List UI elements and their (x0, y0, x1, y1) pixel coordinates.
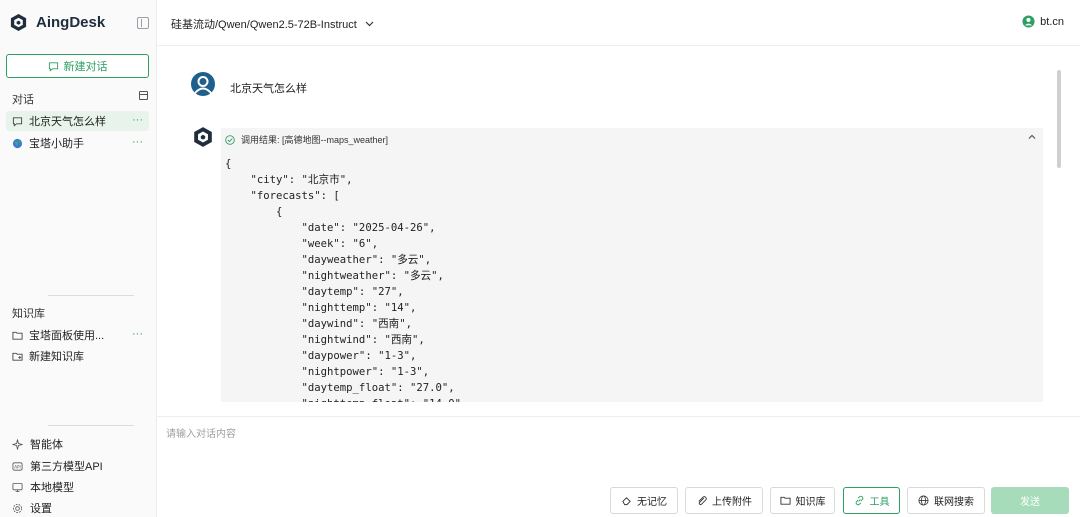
assistant-avatar (192, 126, 214, 148)
tool-result-header[interactable]: 调用结果: [高德地图--maps_weather] (225, 133, 388, 146)
knowledge-label: 知识库 (12, 308, 45, 320)
folder-icon (12, 331, 23, 340)
aingdesk-logo-icon (194, 127, 212, 147)
user-avatar-icon (1022, 15, 1035, 28)
chat-scrollbar[interactable] (1057, 70, 1061, 168)
conversation-item[interactable]: 宝塔小助手 ··· (6, 133, 149, 153)
gear-icon (12, 503, 23, 513)
api-icon: API (12, 461, 23, 471)
divider (48, 425, 134, 426)
tools-button[interactable]: 工具 (843, 487, 900, 514)
knowledge-base-button[interactable]: 知识库 (770, 487, 835, 514)
chevron-down-icon (365, 21, 374, 27)
settings-item[interactable]: 设置 (12, 500, 52, 516)
folder-icon (779, 496, 791, 505)
upload-attachment-button[interactable]: 上传附件 (685, 487, 763, 514)
collapse-chevron-icon[interactable] (1027, 132, 1037, 142)
new-chat-button[interactable]: 新建对话 (6, 54, 149, 78)
user-account[interactable]: bt.cn (1022, 15, 1064, 28)
sidebar: AingDesk 新建对话 对话 北京天气怎么样 ··· 宝塔小助手 ··· 知… (0, 0, 157, 517)
knowledge-item-label: 新建知识库 (29, 351, 84, 363)
upload-label: 上传附件 (712, 497, 752, 508)
new-knowledge-base-item[interactable]: 新建知识库 (6, 346, 149, 366)
user-icon (194, 76, 212, 94)
no-memory-button[interactable]: 无记忆 (610, 487, 678, 514)
more-options-icon[interactable]: ··· (132, 328, 143, 340)
knowledge-item[interactable]: 宝塔面板使用... ··· (6, 325, 149, 345)
user-name: bt.cn (1040, 15, 1064, 28)
no-memory-label: 无记忆 (637, 497, 667, 508)
check-circle-icon (225, 134, 235, 145)
aingdesk-logo-icon (10, 13, 27, 32)
divider (48, 295, 134, 296)
local-model-item[interactable]: 本地模型 (12, 479, 74, 495)
message-input[interactable]: 请输入对话内容 (166, 425, 236, 440)
chat-icon (12, 116, 23, 127)
input-area: 请输入对话内容 无记忆 上传附件 知识库 工具 联网搜索 发送 (157, 416, 1080, 517)
sparkle-icon (12, 438, 23, 450)
link-icon (855, 495, 863, 506)
settings-label: 设置 (30, 503, 52, 515)
knowledge-item-label: 宝塔面板使用... (29, 330, 105, 342)
agents-item[interactable]: 智能体 (12, 436, 63, 452)
conversation-item[interactable]: 北京天气怎么样 ··· (6, 111, 149, 131)
tool-result-content: { "city": "北京市", "forecasts": [ { "date"… (225, 158, 461, 402)
agents-label: 智能体 (30, 439, 63, 451)
add-folder-icon (12, 352, 23, 361)
knowledge-label: 知识库 (795, 497, 826, 508)
conversations-label: 对话 (12, 94, 34, 106)
new-chat-icon (48, 61, 58, 72)
svg-text:API: API (14, 464, 21, 469)
conversation-label: 北京天气怎么样 (29, 116, 106, 128)
paperclip-icon (698, 496, 707, 506)
more-options-icon[interactable]: ··· (132, 136, 143, 148)
model-selector[interactable]: 硅基流动/Qwen/Qwen2.5-72B-Instruct (171, 16, 374, 32)
model-name: 硅基流动/Qwen/Qwen2.5-72B-Instruct (171, 19, 357, 31)
web-search-label: 联网搜索 (934, 497, 974, 508)
brand[interactable]: AingDesk (9, 13, 105, 32)
third-party-api-label: 第三方模型API (30, 461, 103, 473)
user-message: 北京天气怎么样 (230, 83, 307, 95)
user-avatar (191, 72, 215, 96)
top-bar: 硅基流动/Qwen/Qwen2.5-72B-Instruct bt.cn (157, 0, 1080, 46)
globe-icon (918, 495, 929, 506)
new-chat-label: 新建对话 (63, 61, 108, 73)
more-options-icon[interactable]: ··· (132, 114, 143, 126)
send-button[interactable]: 发送 (991, 487, 1069, 514)
eraser-icon (622, 497, 631, 506)
monitor-icon (12, 482, 23, 492)
archive-icon[interactable] (139, 91, 148, 100)
tools-label: 工具 (869, 497, 890, 508)
collapse-sidebar-icon[interactable] (137, 17, 149, 29)
app-name: AingDesk (36, 14, 106, 31)
tool-result-block: 调用结果: [高德地图--maps_weather] { "city": "北京… (221, 128, 1043, 402)
web-search-button[interactable]: 联网搜索 (907, 487, 985, 514)
conversation-label: 宝塔小助手 (29, 138, 84, 150)
tool-result-label: 调用结果: [高德地图--maps_weather] (241, 135, 389, 145)
third-party-api-item[interactable]: API 第三方模型API (12, 458, 103, 474)
local-model-label: 本地模型 (30, 482, 74, 494)
globe-icon (12, 138, 23, 148)
